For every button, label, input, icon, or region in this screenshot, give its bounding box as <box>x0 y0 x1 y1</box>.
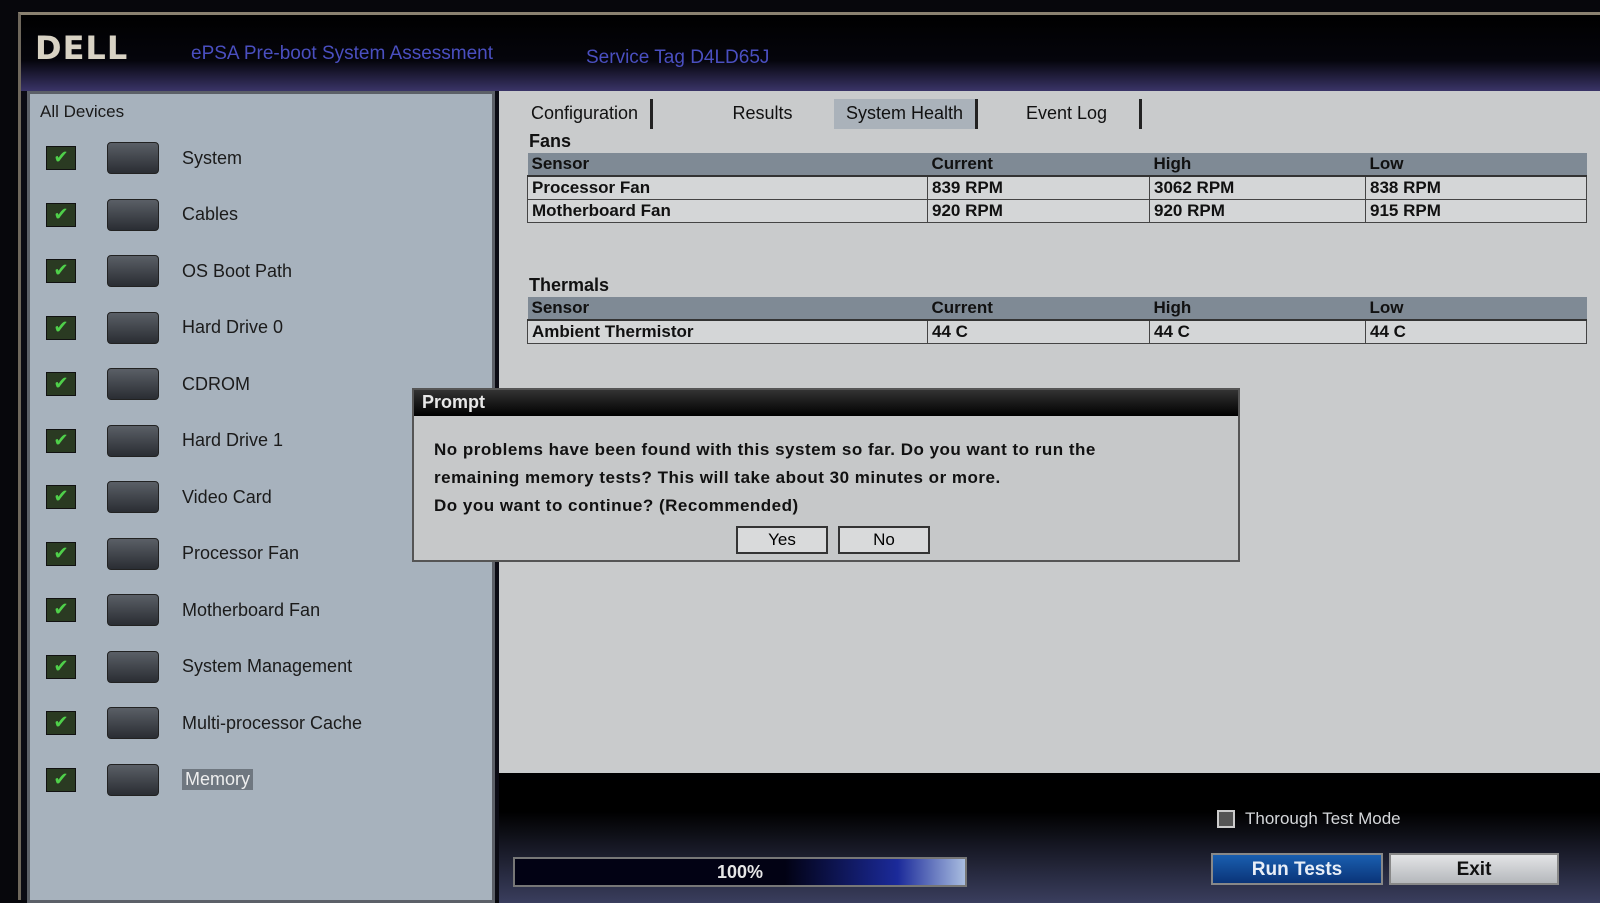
tab-event-log[interactable]: Event Log <box>994 99 1142 129</box>
table-row: Motherboard Fan 920 RPM 920 RPM 915 RPM <box>527 199 1587 223</box>
exit-button[interactable]: Exit <box>1389 853 1559 885</box>
device-label: Video Card <box>182 486 272 507</box>
fan-icon <box>98 591 168 629</box>
device-item[interactable]: ✔ System <box>46 138 486 178</box>
device-label: Hard Drive 0 <box>182 317 284 337</box>
checkbox-icon[interactable] <box>1217 810 1235 828</box>
cdrom-icon <box>98 365 168 403</box>
table-row: Processor Fan 839 RPM 3062 RPM 838 RPM <box>527 175 1587 200</box>
device-item[interactable]: ✔ OS Boot Path <box>46 251 486 291</box>
device-label: CDROM <box>182 373 250 394</box>
check-icon: ✔ <box>46 259 76 283</box>
cell: 44 C <box>1365 319 1587 344</box>
device-item[interactable]: ✔ Motherboard Fan <box>46 590 486 630</box>
hard-drive-icon <box>98 422 168 460</box>
device-label: Processor Fan <box>182 543 300 563</box>
dell-logo: DELL <box>35 29 129 67</box>
fan-icon <box>98 535 168 573</box>
device-label: Memory <box>182 769 254 790</box>
device-label: System Management <box>182 656 353 676</box>
device-item[interactable]: ✔ Cables <box>46 195 486 235</box>
memory-icon <box>98 761 168 799</box>
message-line: No problems have been found with this sy… <box>434 440 1096 459</box>
cell: 920 RPM <box>927 199 1150 223</box>
video-card-icon <box>98 478 168 516</box>
cell: 44 C <box>927 319 1150 344</box>
check-icon: ✔ <box>46 372 76 396</box>
thorough-label: Thorough Test Mode <box>1245 809 1401 828</box>
boot-path-icon <box>98 252 168 290</box>
laptop-icon <box>98 139 168 177</box>
dialog-title: Prompt <box>414 390 1238 416</box>
cell: Ambient Thermistor <box>527 319 928 344</box>
col-low: Low <box>1365 297 1587 321</box>
check-icon: ✔ <box>46 598 76 622</box>
check-icon: ✔ <box>46 485 76 509</box>
check-icon: ✔ <box>46 711 76 735</box>
col-high: High <box>1149 153 1366 177</box>
device-label: Multi-processor Cache <box>182 712 363 733</box>
check-icon: ✔ <box>46 315 76 340</box>
hard-drive-icon <box>98 309 168 347</box>
cell: 838 RPM <box>1365 175 1587 200</box>
thermals-table: Sensor Current High Low Ambient Thermistor 4… <box>527 297 1587 344</box>
cell: 920 RPM <box>1149 199 1366 223</box>
cell: 839 RPM <box>927 175 1150 200</box>
cable-icon <box>98 196 168 234</box>
device-item[interactable]: ✔ Hard Drive 0 <box>46 308 486 348</box>
check-icon: ✔ <box>46 541 76 566</box>
device-label: Cables <box>182 204 239 224</box>
fans-heading: Fans <box>529 131 572 151</box>
check-icon: ✔ <box>46 202 76 227</box>
device-label: OS Boot Path <box>182 260 293 281</box>
device-item[interactable]: ✔ System Management <box>46 647 486 687</box>
yes-button[interactable]: Yes <box>736 526 828 554</box>
cell: Motherboard Fan <box>527 199 928 223</box>
no-button[interactable]: No <box>838 526 930 554</box>
message-line: remaining memory tests? This will take a… <box>434 468 1001 487</box>
fans-table: Sensor Current High Low Processor Fan 839 RP… <box>527 153 1587 223</box>
col-sensor: Sensor <box>527 297 928 321</box>
check-icon: ✔ <box>46 146 76 170</box>
message-line: Do you want to continue? (Recommended) <box>434 496 799 515</box>
cell: 915 RPM <box>1365 199 1587 223</box>
col-high: High <box>1149 297 1366 321</box>
run-tests-button[interactable]: Run Tests <box>1211 853 1383 885</box>
progress-bar: 100% <box>513 857 967 887</box>
dialog-message: No problems have been found with this sy… <box>414 416 1238 520</box>
prompt-dialog: Prompt No problems have been found with … <box>412 388 1240 562</box>
device-label: System <box>182 147 243 168</box>
tab-results[interactable]: Results <box>689 99 839 129</box>
col-current: Current <box>927 297 1150 321</box>
device-item[interactable]: ✔ Multi-processor Cache <box>46 703 486 743</box>
header: DELL ePSA Pre-boot System Assessment Ser… <box>21 15 1600 91</box>
thermals-heading: Thermals <box>529 275 610 295</box>
thorough-test-mode-checkbox[interactable]: Thorough Test Mode <box>1217 809 1401 829</box>
cell: Processor Fan <box>527 175 928 200</box>
app-title: ePSA Pre-boot System Assessment <box>191 43 494 64</box>
cell: 3062 RPM <box>1149 175 1366 200</box>
tab-system-health[interactable]: System Health <box>834 99 979 129</box>
col-sensor: Sensor <box>527 153 928 177</box>
check-icon: ✔ <box>46 767 76 792</box>
check-icon: ✔ <box>46 654 76 679</box>
cell: 44 C <box>1149 319 1366 344</box>
col-current: Current <box>927 153 1150 177</box>
check-icon: ✔ <box>46 428 76 453</box>
device-label: Motherboard Fan <box>182 599 321 620</box>
device-label: Hard Drive 1 <box>182 430 284 450</box>
all-devices-label: All Devices <box>40 102 125 121</box>
service-tag: Service Tag D4LD65J <box>586 47 770 68</box>
cpu-icon <box>98 704 168 742</box>
tab-configuration[interactable]: Configuration <box>519 99 654 129</box>
footer-bar: 100% Thorough Test Mode Run Tests Exit <box>499 773 1600 903</box>
table-row: Ambient Thermistor 44 C 44 C 44 C <box>527 319 1587 344</box>
system-management-icon <box>98 648 168 686</box>
col-low: Low <box>1365 153 1587 177</box>
device-item[interactable]: ✔ Memory <box>46 760 486 800</box>
